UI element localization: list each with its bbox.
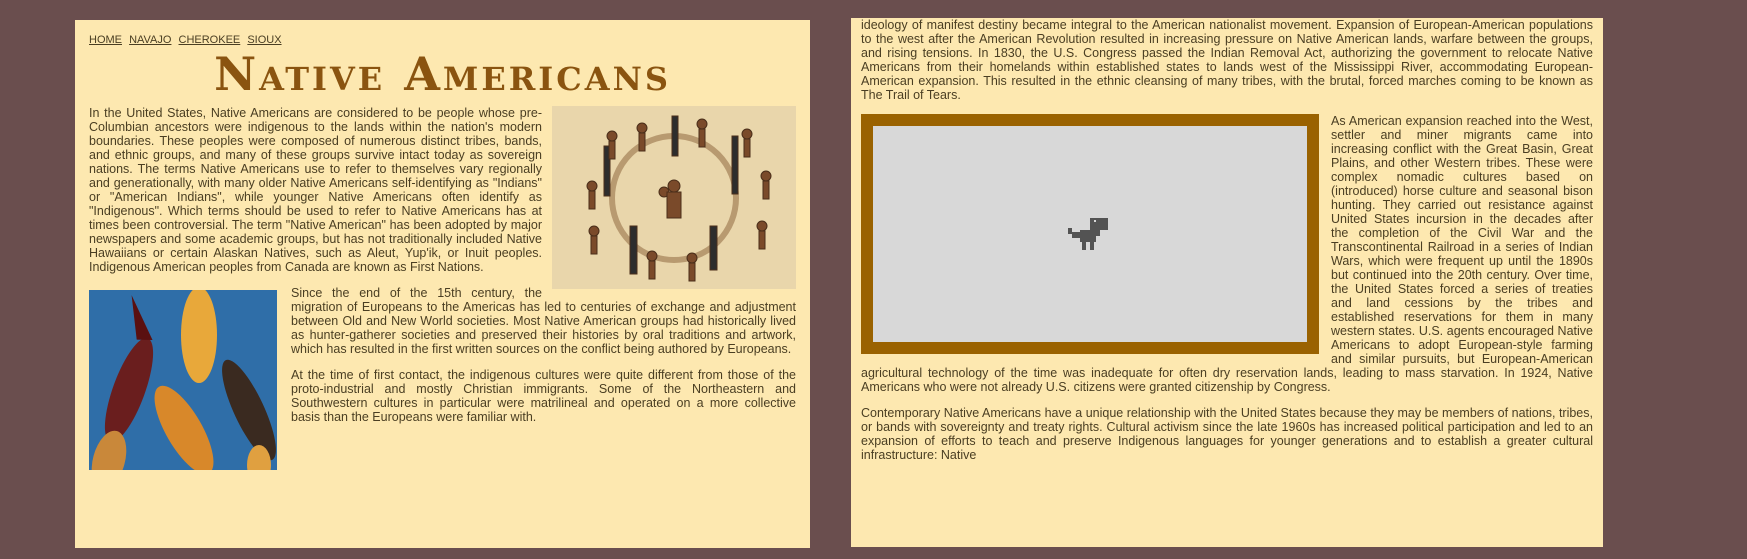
nav-link-cherokee[interactable]: CHEROKEE xyxy=(179,34,241,46)
indian-corn-image xyxy=(89,290,277,470)
right-page: ideology of manifest destiny became inte… xyxy=(851,18,1603,547)
top-nav: HOME NAVAJO CHEROKEE SIOUX xyxy=(89,34,796,46)
circle-dance-image xyxy=(552,106,796,289)
nav-link-navajo[interactable]: NAVAJO xyxy=(129,34,171,46)
video-frame[interactable] xyxy=(861,114,1319,354)
page-title: Native Americans xyxy=(214,47,671,101)
nav-link-sioux[interactable]: SIOUX xyxy=(247,34,281,46)
removal-paragraph: ideology of manifest destiny became inte… xyxy=(861,18,1593,102)
nav-link-home[interactable]: HOME xyxy=(89,34,122,46)
contemporary-paragraph: Contemporary Native Americans have a uni… xyxy=(861,406,1593,462)
dinosaur-icon xyxy=(1068,218,1108,250)
left-page: HOME NAVAJO CHEROKEE SIOUX Native Americ… xyxy=(75,20,810,548)
